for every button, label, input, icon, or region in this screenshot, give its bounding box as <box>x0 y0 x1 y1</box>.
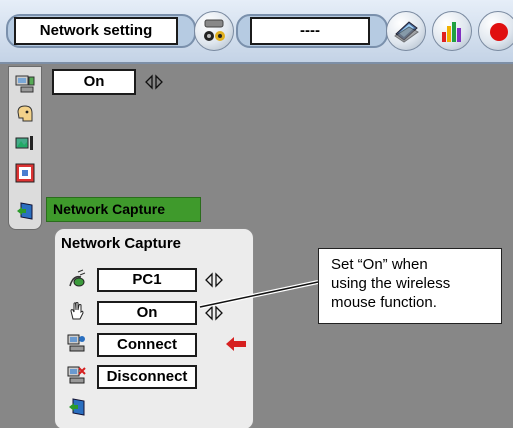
status-value: ---- <box>250 17 370 45</box>
video-input-icon[interactable] <box>194 11 234 51</box>
red-arrow-icon <box>226 337 246 351</box>
hand-cursor-icon <box>70 302 84 320</box>
laptop-icon[interactable] <box>386 11 426 51</box>
screen-window-icon[interactable] <box>15 163 35 183</box>
network-setting-label[interactable]: Network setting <box>14 17 178 45</box>
network-capture-submenu: Network Capture PC1 On Connect Disconnec… <box>54 228 254 428</box>
connect-button[interactable]: Connect <box>97 333 197 357</box>
connect-icon <box>67 334 85 352</box>
disconnect-button[interactable]: Disconnect <box>97 365 197 389</box>
red-record-icon[interactable] <box>478 11 513 51</box>
capture-source-value[interactable]: PC1 <box>97 268 197 292</box>
wireless-mouse-value[interactable]: On <box>97 301 197 325</box>
exit-door-icon[interactable] <box>67 397 87 417</box>
disconnect-icon <box>67 366 86 384</box>
callout-line: using the wireless <box>331 275 451 292</box>
top-menu-bar: Network setting ---- <box>0 0 513 64</box>
submenu-title: Network Capture <box>61 235 182 252</box>
main-menu-icon-column <box>8 66 42 230</box>
left-right-arrows-icon[interactable] <box>143 74 165 90</box>
network-capture-icon[interactable] <box>15 201 35 221</box>
callout-line: mouse function. <box>331 294 437 311</box>
callout-note: Set “On” when using the wireless mouse f… <box>318 248 502 324</box>
network-pc-icon[interactable] <box>15 74 35 94</box>
left-right-arrows-icon[interactable] <box>203 272 225 288</box>
left-right-arrows-icon[interactable] <box>203 305 225 321</box>
bar-chart-icon[interactable] <box>432 11 472 51</box>
callout-line: Set “On” when <box>331 256 428 273</box>
wireless-mouse-icon <box>69 269 86 287</box>
network-capture-tag[interactable]: Network Capture <box>46 197 201 222</box>
face-help-icon[interactable] <box>15 104 35 124</box>
image-adjust-icon[interactable] <box>15 133 35 153</box>
projector-menu-screen: Network setting ---- On Network Capture … <box>0 0 513 428</box>
network-on-value[interactable]: On <box>52 69 136 95</box>
